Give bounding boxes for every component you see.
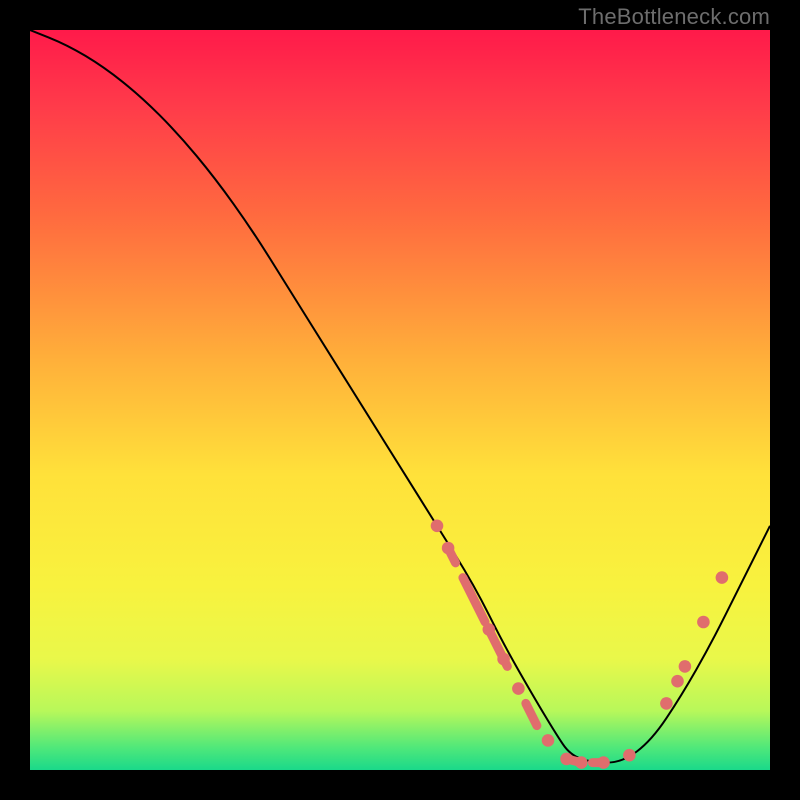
chart-svg	[30, 30, 770, 770]
chart-frame: TheBottleneck.com	[0, 0, 800, 800]
marker-dot	[716, 571, 729, 584]
marker-dot	[442, 542, 455, 555]
marker-dot	[597, 756, 610, 769]
marker-dot	[671, 675, 684, 688]
marker-dot	[679, 660, 692, 673]
curve-markers	[431, 520, 728, 769]
marker-dot	[697, 616, 710, 629]
marker-dot	[542, 734, 555, 747]
marker-dot	[560, 753, 573, 766]
marker-dot	[660, 697, 673, 710]
plot-area	[30, 30, 770, 770]
marker-dot	[512, 682, 525, 695]
attribution-text: TheBottleneck.com	[578, 4, 770, 30]
marker-dot	[483, 623, 496, 636]
marker-dot	[575, 756, 588, 769]
bottleneck-curve	[15, 15, 770, 762]
marker-dot	[497, 653, 510, 666]
marker-dash	[526, 703, 537, 725]
marker-dot	[623, 749, 636, 762]
marker-dot	[431, 520, 444, 533]
